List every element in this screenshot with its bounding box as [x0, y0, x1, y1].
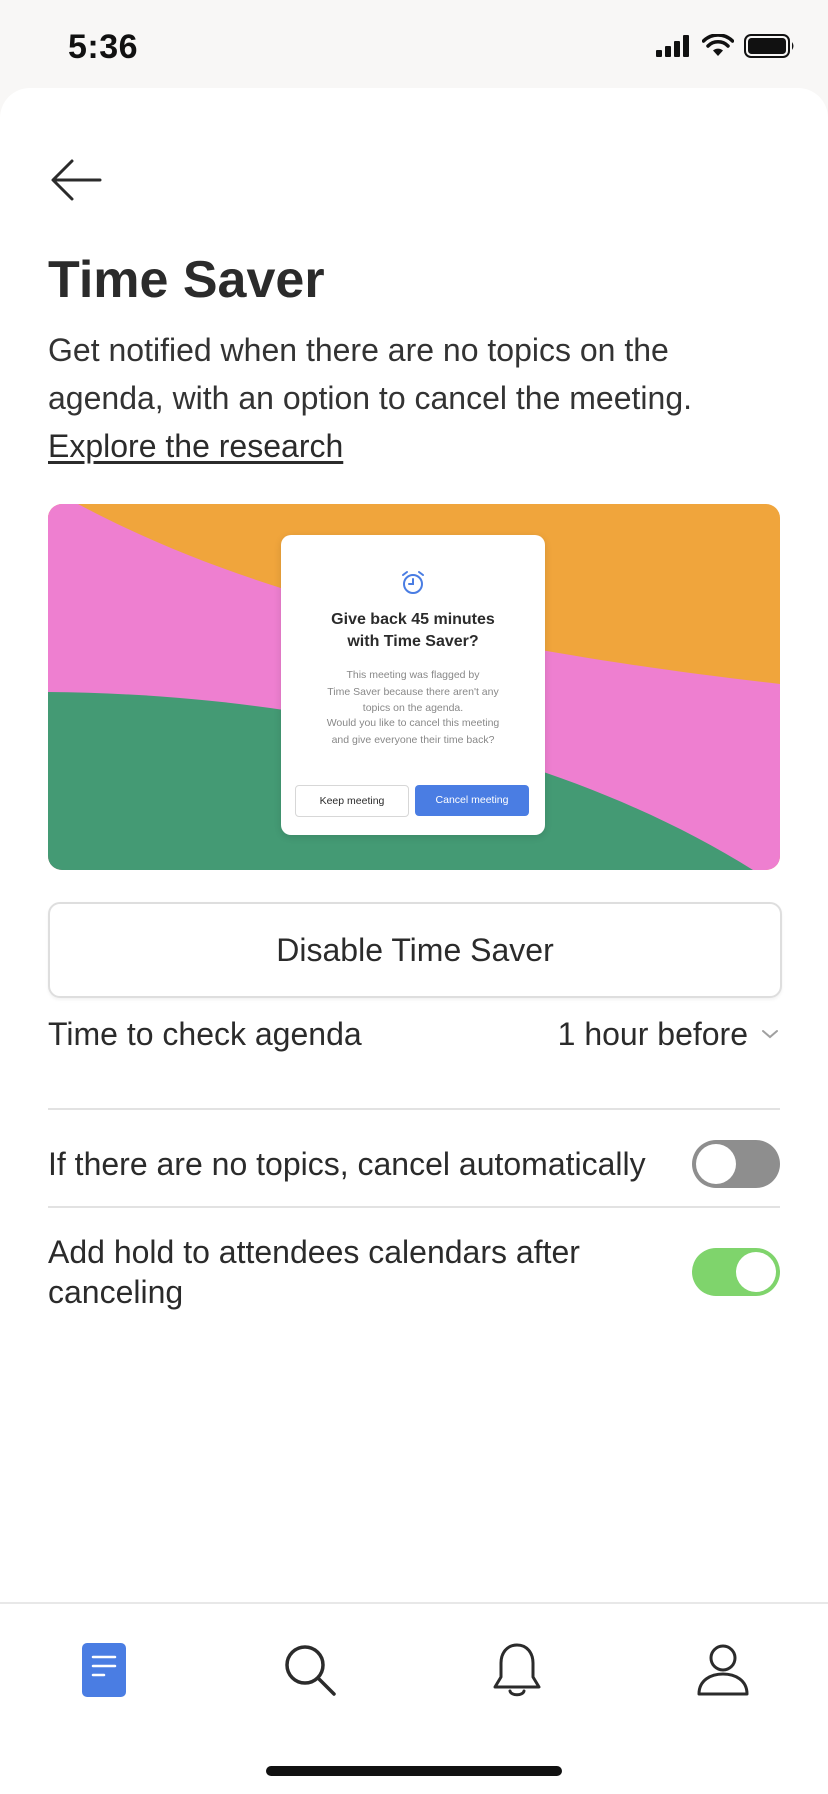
page-title: Time Saver [48, 251, 325, 309]
add-hold-row: Add hold to attendees calendars after ca… [48, 1232, 780, 1322]
toggle-knob [736, 1252, 776, 1292]
tab-documents[interactable] [64, 1630, 144, 1710]
status-icons [656, 34, 796, 58]
alarm-clock-icon [402, 571, 424, 594]
wifi-icon [702, 34, 734, 56]
document-icon [82, 1643, 126, 1697]
check-time-label: Time to check agenda [48, 1016, 362, 1052]
modal-body-question: Would you like to cancel this meeting an… [311, 715, 515, 748]
divider [48, 1206, 780, 1208]
add-hold-label-line-2: canceling [48, 1274, 184, 1310]
auto-cancel-label: If there are no topics, cancel automatic… [48, 1146, 646, 1182]
modal-body-line: This meeting was flagged by [346, 669, 480, 681]
add-hold-label: Add hold to attendees calendars after ca… [48, 1232, 580, 1312]
time-saver-illustration: Give back 45 minutes with Time Saver? Th… [48, 504, 780, 870]
back-button[interactable] [48, 158, 108, 202]
keep-meeting-preview-button: Keep meeting [295, 785, 409, 817]
chevron-down-icon [762, 1030, 778, 1039]
modal-body-flagged: This meeting was flagged by Time Saver b… [311, 667, 515, 717]
explore-research-link[interactable]: Explore the research [48, 422, 343, 470]
tab-search[interactable] [270, 1630, 350, 1710]
check-time-value: 1 hour before [557, 1016, 748, 1052]
check-time-row: Time to check agenda 1 hour before [48, 1014, 780, 1054]
arrow-left-icon [51, 159, 102, 201]
toggle-knob [696, 1144, 736, 1184]
page-description: Get notified when there are no topics on… [48, 332, 692, 416]
tab-profile[interactable] [683, 1630, 763, 1710]
check-time-select[interactable]: 1 hour before [558, 1014, 780, 1054]
cancel-meeting-preview-button: Cancel meeting [415, 785, 529, 816]
time-saver-modal-preview: Give back 45 minutes with Time Saver? Th… [281, 535, 545, 835]
modal-title-line-2: with Time Saver? [347, 633, 479, 650]
add-hold-label-line-1: Add hold to attendees calendars after [48, 1234, 580, 1270]
tab-notifications[interactable] [477, 1630, 557, 1710]
battery-icon [744, 34, 794, 58]
home-indicator[interactable] [266, 1766, 562, 1776]
search-icon [285, 1645, 336, 1696]
modal-body-line: Would you like to cancel this meeting [326, 717, 500, 729]
modal-title-line-1: Give back 45 minutes [331, 611, 495, 628]
auto-cancel-toggle[interactable] [692, 1140, 780, 1188]
modal-body-line: Time Saver because there aren't any [327, 685, 499, 698]
disable-time-saver-button[interactable]: Disable Time Saver [48, 902, 782, 998]
modal-title: Give back 45 minutes with Time Saver? [281, 609, 545, 653]
bell-icon [493, 1643, 541, 1697]
modal-body-line: and give everyone their time back? [331, 733, 495, 746]
add-hold-toggle[interactable] [692, 1248, 780, 1296]
signal-icon [656, 35, 689, 57]
status-time: 5:36 [68, 28, 139, 66]
profile-icon [697, 1644, 749, 1696]
settings-sheet: Time Saver Get notified when there are n… [0, 88, 828, 1792]
auto-cancel-row: If there are no topics, cancel automatic… [48, 1096, 780, 1204]
status-bar: 5:36 [0, 0, 828, 88]
